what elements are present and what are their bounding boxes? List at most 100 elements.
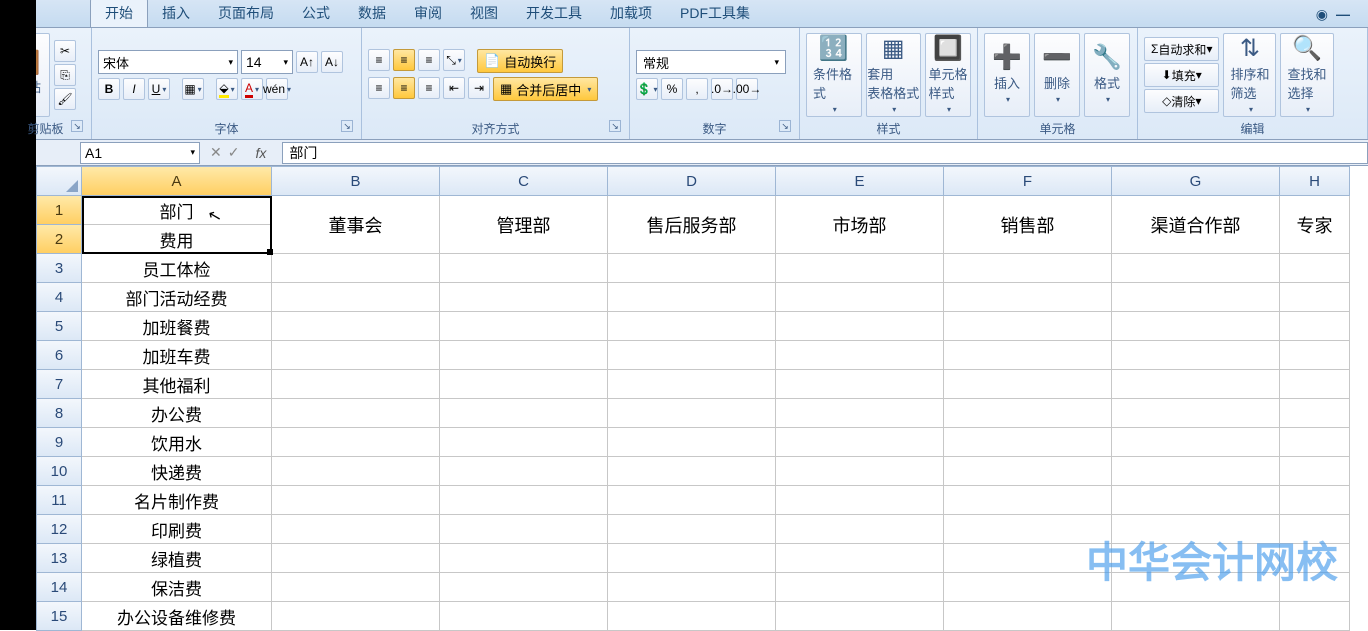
cell-B9[interactable] [272,428,440,457]
cell-D13[interactable] [608,544,776,573]
header-cell-G[interactable]: 渠道合作部 [1112,196,1280,254]
cell-A11[interactable]: 名片制作费 [82,486,272,515]
cell-H15[interactable] [1280,602,1350,631]
row-header-14[interactable]: 14 [36,573,82,602]
cell-C13[interactable] [440,544,608,573]
select-all-corner[interactable] [36,166,82,196]
tab-6[interactable]: 视图 [456,0,512,27]
align-bottom-button[interactable]: ≡ [418,49,440,71]
tab-0[interactable]: 开始 [90,0,148,27]
cell-D12[interactable] [608,515,776,544]
cell-B4[interactable] [272,283,440,312]
formula-input[interactable]: 部门 [282,142,1368,164]
cell-D5[interactable] [608,312,776,341]
header-cell-E[interactable]: 市场部 [776,196,944,254]
cell-A9[interactable]: 饮用水 [82,428,272,457]
col-header-D[interactable]: D [608,166,776,196]
cell-H8[interactable] [1280,399,1350,428]
cell-H4[interactable] [1280,283,1350,312]
fx-icon[interactable]: fx [245,145,276,161]
cell-G9[interactable] [1112,428,1280,457]
row-header-4[interactable]: 4 [36,283,82,312]
cell-H6[interactable] [1280,341,1350,370]
cell-G4[interactable] [1112,283,1280,312]
header-cell-C[interactable]: 管理部 [440,196,608,254]
align-right-button[interactable]: ≡ [418,77,440,99]
cell-E5[interactable] [776,312,944,341]
cell-H7[interactable] [1280,370,1350,399]
cell-B7[interactable] [272,370,440,399]
cell-G8[interactable] [1112,399,1280,428]
cell-E7[interactable] [776,370,944,399]
merge-center-button[interactable]: ▦合并后居中 [493,77,598,101]
clear-button[interactable]: ◇ 清除 ▾ [1144,89,1219,113]
grow-font-button[interactable]: A↑ [296,51,318,73]
number-launcher[interactable]: ↘ [779,120,791,132]
cell-H11[interactable] [1280,486,1350,515]
dec-decimal-button[interactable]: .00→ [736,78,758,100]
font-name-select[interactable]: 宋体▾ [98,50,238,74]
cell-F7[interactable] [944,370,1112,399]
inc-decimal-button[interactable]: .0→ [711,78,733,100]
row-header-9[interactable]: 9 [36,428,82,457]
format-painter-button[interactable]: 🖌 [54,88,76,110]
cell-G11[interactable] [1112,486,1280,515]
col-header-C[interactable]: C [440,166,608,196]
format-cells-button[interactable]: 🔧格式 [1084,33,1130,117]
header-cell-B[interactable]: 董事会 [272,196,440,254]
cell-H10[interactable] [1280,457,1350,486]
copy-button[interactable]: ⎘ [54,64,76,86]
row-header-7[interactable]: 7 [36,370,82,399]
cell-F11[interactable] [944,486,1112,515]
cell-D6[interactable] [608,341,776,370]
row-header-2[interactable]: 2 [36,225,82,254]
cell-F8[interactable] [944,399,1112,428]
cell-G15[interactable] [1112,602,1280,631]
tab-7[interactable]: 开发工具 [512,0,596,27]
autosum-button[interactable]: Σ 自动求和 ▾ [1144,37,1219,61]
cell-E15[interactable] [776,602,944,631]
header-cell-F[interactable]: 销售部 [944,196,1112,254]
cell-A3[interactable]: 员工体检 [82,254,272,283]
row-header-12[interactable]: 12 [36,515,82,544]
cell-E13[interactable] [776,544,944,573]
cell-B11[interactable] [272,486,440,515]
indent-inc-button[interactable]: ⇥ [468,77,490,99]
tab-8[interactable]: 加载项 [596,0,666,27]
cell-A14[interactable]: 保洁费 [82,573,272,602]
row-header-3[interactable]: 3 [36,254,82,283]
underline-button[interactable]: U [148,78,170,100]
cell-G3[interactable] [1112,254,1280,283]
cell-D3[interactable] [608,254,776,283]
row-header-13[interactable]: 13 [36,544,82,573]
cell-B6[interactable] [272,341,440,370]
cell-B13[interactable] [272,544,440,573]
italic-button[interactable]: I [123,78,145,100]
cell-A1[interactable]: 部门 [82,196,272,225]
font-color-button[interactable]: A [241,78,263,100]
cell-C5[interactable] [440,312,608,341]
cell-E8[interactable] [776,399,944,428]
cell-E9[interactable] [776,428,944,457]
cell-E10[interactable] [776,457,944,486]
currency-button[interactable]: 💲 [636,78,658,100]
row-header-11[interactable]: 11 [36,486,82,515]
cell-F3[interactable] [944,254,1112,283]
cell-A8[interactable]: 办公费 [82,399,272,428]
col-header-F[interactable]: F [944,166,1112,196]
fill-button[interactable]: ⬇ 填充 ▾ [1144,63,1219,87]
align-launcher[interactable]: ↘ [609,120,621,132]
col-header-H[interactable]: H [1280,166,1350,196]
font-launcher[interactable]: ↘ [341,120,353,132]
cell-A4[interactable]: 部门活动经费 [82,283,272,312]
cell-H3[interactable] [1280,254,1350,283]
align-center-button[interactable]: ≡ [393,77,415,99]
cell-B15[interactable] [272,602,440,631]
tab-1[interactable]: 插入 [148,0,204,27]
cut-button[interactable]: ✂ [54,40,76,62]
cell-F6[interactable] [944,341,1112,370]
cell-B8[interactable] [272,399,440,428]
cell-B12[interactable] [272,515,440,544]
align-top-button[interactable]: ≡ [368,49,390,71]
row-header-15[interactable]: 15 [36,602,82,631]
